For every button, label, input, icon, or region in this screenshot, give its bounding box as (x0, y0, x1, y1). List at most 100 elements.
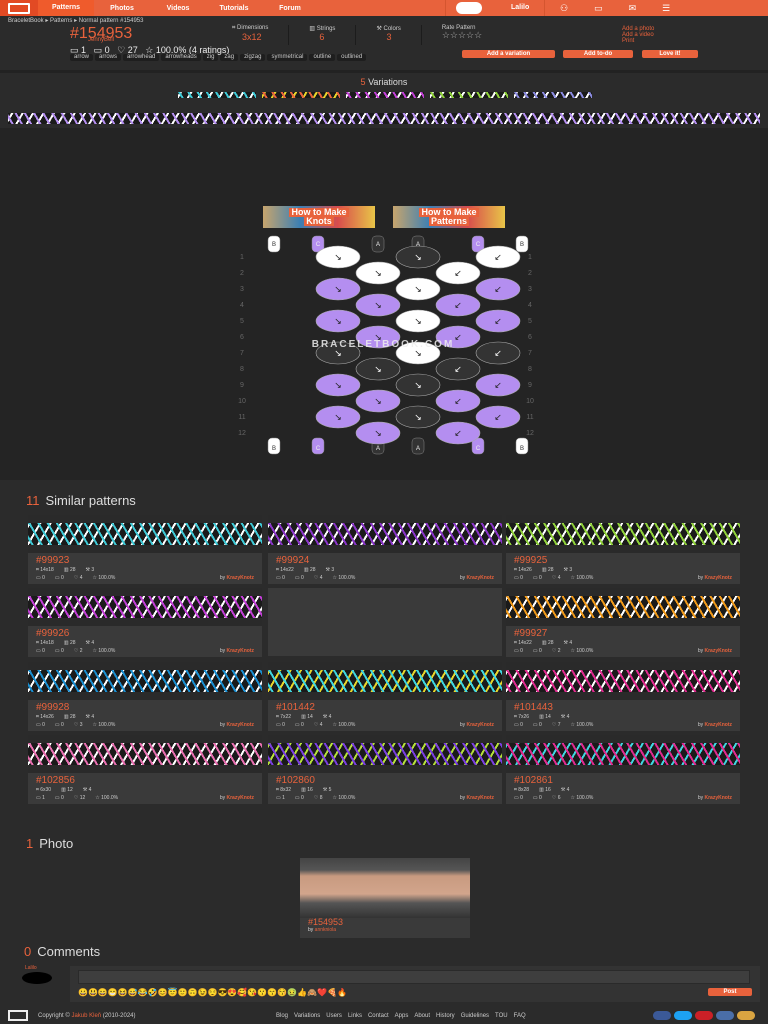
comment-input[interactable] (78, 970, 750, 984)
pattern-id[interactable]: #99925 (514, 556, 740, 566)
author[interactable]: by KrazyKnotz (698, 721, 732, 729)
pattern-thumbnail[interactable] (268, 515, 502, 553)
facebook-icon[interactable] (653, 1011, 671, 1020)
similar-pattern-card[interactable]: #99928 ⌗ 14x26 ▥ 28 ⚒ 4 ▭ 0 ▭ 0 ♡ 3 ☆ 100.0% b… (28, 662, 262, 731)
add-todo-button[interactable]: Add to-do (563, 50, 633, 58)
menu-icon[interactable]: ☰ (662, 3, 670, 14)
pattern-thumbnail[interactable] (28, 662, 262, 700)
similar-pattern-card[interactable]: #99924 ⌗ 14x22 ▥ 28 ⚒ 3 ▭ 0 ▭ 0 ♡ 4 ☆ 100.0% b… (268, 515, 502, 584)
variation-thumb[interactable] (430, 92, 508, 98)
author[interactable]: by KrazyKnotz (220, 794, 254, 802)
footer-link[interactable]: About (414, 1013, 430, 1019)
tag[interactable]: outline (309, 54, 336, 61)
tag[interactable]: arrows (95, 54, 122, 61)
pattern-id[interactable]: #99926 (36, 629, 262, 639)
tag[interactable]: zigzag (240, 54, 266, 61)
similar-pattern-card[interactable]: #102856 ⌗ 6x30 ▥ 12 ⚒ 4 ▭ 1 ▭ 0 ♡ 12 ☆ 100.0%… (28, 735, 262, 804)
pattern-id[interactable]: #99924 (276, 556, 502, 566)
author[interactable]: by KrazyKnotz (460, 794, 494, 802)
chat-icon[interactable]: ▭ (594, 3, 603, 14)
similar-pattern-card[interactable]: #99925 ⌗ 14x26 ▥ 28 ⚒ 3 ▭ 0 ▭ 0 ♡ 4 ☆ 100.0% b… (506, 515, 740, 584)
footer-link[interactable]: Variations (294, 1013, 320, 1019)
print-link[interactable]: Print (622, 38, 654, 44)
rss-icon[interactable] (737, 1011, 755, 1020)
photo-author[interactable]: annkniola (315, 927, 336, 933)
instagram-icon[interactable] (716, 1011, 734, 1020)
pattern-id[interactable]: #102861 (514, 776, 740, 786)
footer-link[interactable]: Guidelines (461, 1013, 489, 1019)
pattern-id[interactable]: #101442 (276, 703, 502, 713)
similar-pattern-card[interactable]: #99923 ⌗ 14x18 ▥ 28 ⚒ 3 ▭ 0 ▭ 0 ♡ 4 ☆ 100.0% b… (28, 515, 262, 584)
pattern-id[interactable]: #101443 (514, 703, 740, 713)
pattern-thumbnail[interactable] (506, 662, 740, 700)
similar-pattern-card[interactable]: #99926 ⌗ 14x18 ▥ 28 ⚒ 4 ▭ 0 ▭ 0 ♡ 2 ☆ 100.0% b… (28, 588, 262, 657)
footer-link[interactable]: History (436, 1013, 455, 1019)
empty-card[interactable] (268, 588, 502, 656)
footer-link[interactable]: TOU (495, 1013, 508, 1019)
author[interactable]: by KrazyKnotz (220, 647, 254, 655)
author[interactable]: by KrazyKnotz (220, 574, 254, 582)
nav-forum[interactable]: Forum (262, 5, 318, 12)
emoji-picker[interactable]: 😀😃😄😁😆😅😂🤣😊😇🙂🙃😉😌😎😍🥰😘😗😙😚🤢👍🙈❤️🍕🔥 (78, 988, 347, 997)
similar-pattern-card[interactable]: #99927 ⌗ 14x22 ▥ 28 ⚒ 4 ▭ 0 ▭ 0 ♡ 2 ☆ 100.0% b… (506, 588, 740, 657)
how-to-make-knots-banner[interactable]: How to Make Knots (263, 206, 375, 228)
author[interactable]: by KrazyKnotz (460, 721, 494, 729)
footer-link[interactable]: Contact (368, 1013, 389, 1019)
add-variation-button[interactable]: Add a variation (462, 50, 555, 58)
tag[interactable]: zag (220, 54, 239, 61)
pattern-thumbnail[interactable] (268, 662, 502, 700)
pinterest-icon[interactable] (695, 1011, 713, 1020)
copyright-name[interactable]: Jakub Kleň (71, 1013, 101, 1019)
breadcrumb-patterns[interactable]: Patterns (50, 18, 72, 24)
users-icon[interactable]: ⚇ (560, 3, 568, 14)
author[interactable]: by KrazyKnotz (698, 574, 732, 582)
author[interactable]: by KrazyKnotz (698, 647, 732, 655)
photo-pattern-id[interactable]: #154953 (308, 918, 470, 927)
pattern-id[interactable]: #102860 (276, 776, 502, 786)
footer-logo[interactable] (8, 1010, 28, 1021)
variation-thumb[interactable] (346, 92, 424, 98)
breadcrumb-home[interactable]: BraceletBook (8, 18, 44, 24)
nav-patterns[interactable]: Patterns (38, 0, 94, 16)
nav-photos[interactable]: Photos (94, 5, 150, 12)
tag[interactable]: arrow (70, 54, 94, 61)
pattern-thumbnail[interactable] (506, 735, 740, 773)
author[interactable]: by KrazyKnotz (698, 794, 732, 802)
pattern-thumbnail[interactable] (268, 735, 502, 773)
pattern-thumbnail[interactable] (506, 515, 740, 553)
footer-link[interactable]: Apps (395, 1013, 409, 1019)
mail-icon[interactable]: ✉ (629, 3, 637, 14)
pattern-thumbnail[interactable] (28, 515, 262, 553)
similar-pattern-card[interactable]: #101442 ⌗ 7x22 ▥ 14 ⚒ 4 ▭ 0 ▭ 0 ♡ 4 ☆ 100.0% b… (268, 662, 502, 731)
nav-tutorials[interactable]: Tutorials (206, 5, 262, 12)
similar-pattern-card[interactable]: #101443 ⌗ 7x26 ▥ 14 ⚒ 4 ▭ 0 ▭ 0 ♡ 7 ☆ 100.0% b… (506, 662, 740, 731)
tag[interactable]: symmetrical (267, 54, 308, 61)
author[interactable]: by KrazyKnotz (220, 721, 254, 729)
pattern-id[interactable]: #99928 (36, 703, 262, 713)
braceletbook-logo[interactable] (0, 0, 38, 16)
pattern-thumbnail[interactable] (28, 735, 262, 773)
similar-pattern-card[interactable]: #102861 ⌗ 8x28 ▥ 16 ⚒ 4 ▭ 0 ▭ 0 ♡ 6 ☆ 100.0% b… (506, 735, 740, 804)
footer-link[interactable]: FAQ (514, 1013, 526, 1019)
tag[interactable]: arrowhead (123, 54, 160, 61)
twitter-icon[interactable] (674, 1011, 692, 1020)
tag[interactable]: zig (202, 54, 219, 61)
pattern-id[interactable]: #102856 (36, 776, 262, 786)
post-button[interactable]: Post (708, 988, 752, 996)
variation-thumb[interactable] (178, 92, 256, 98)
tag[interactable]: arrowheads (161, 54, 201, 61)
pattern-thumbnail[interactable] (506, 588, 740, 626)
nav-videos[interactable]: Videos (150, 5, 206, 12)
similar-pattern-card[interactable]: #102860 ⌗ 8x32 ▥ 16 ⚒ 5 ▭ 1 ▭ 0 ♡ 8 ☆ 100.0% b… (268, 735, 502, 804)
pattern-thumbnail[interactable] (28, 588, 262, 626)
love-button[interactable]: Love it! (642, 50, 698, 58)
footer-link[interactable]: Blog (276, 1013, 288, 1019)
user-menu[interactable]: Lalilo (445, 0, 545, 16)
photo-card[interactable]: #154953 by annkniola (300, 858, 470, 938)
how-to-make-patterns-banner[interactable]: How to Make Patterns (393, 206, 505, 228)
pattern-id[interactable]: #99927 (514, 629, 740, 639)
variation-thumb[interactable] (514, 92, 592, 98)
author[interactable]: by KrazyKnotz (460, 574, 494, 582)
rating-stars[interactable]: ☆☆☆☆☆ (442, 31, 482, 40)
footer-link[interactable]: Users (326, 1013, 342, 1019)
